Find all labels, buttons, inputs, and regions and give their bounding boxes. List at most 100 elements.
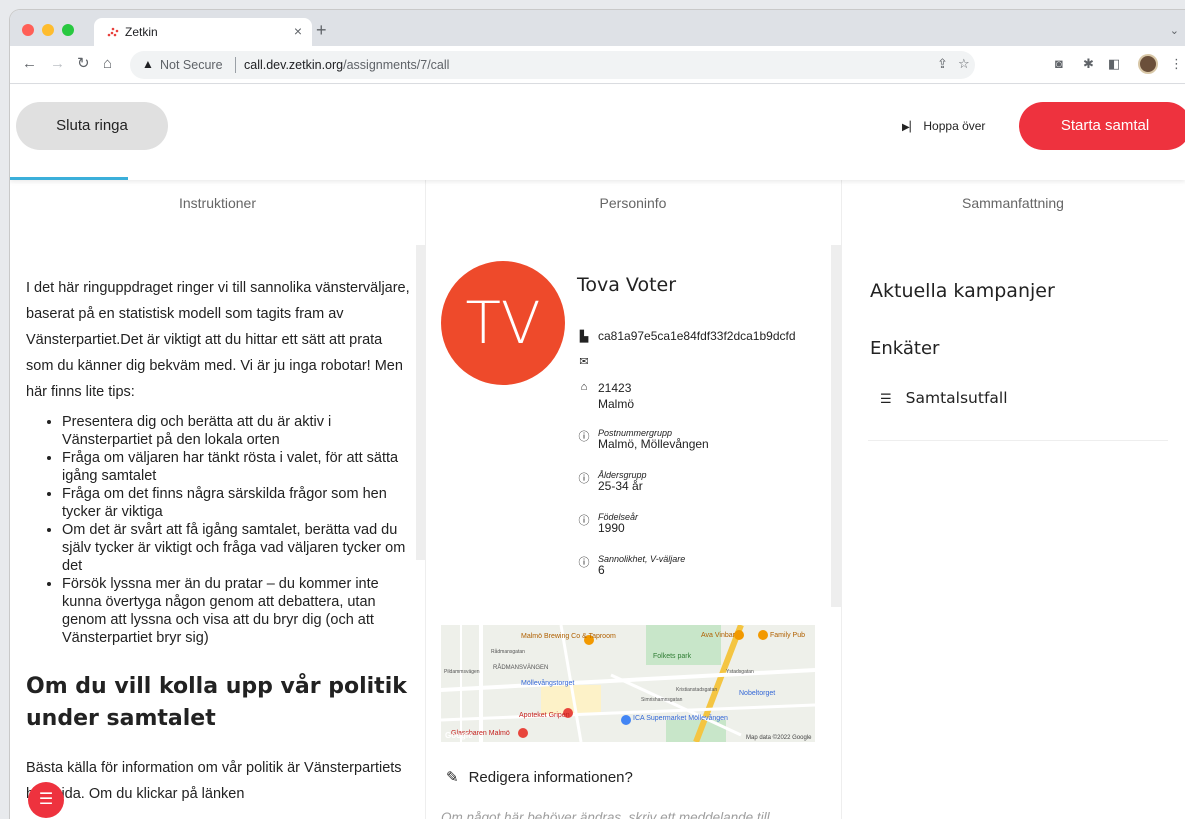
edit-note: Om något här behöver ändras, skriv ett m…	[441, 810, 770, 819]
tab-close-icon[interactable]: ×	[294, 23, 302, 39]
maximize-window-button[interactable]	[62, 24, 74, 36]
map-label: ICA Supermarket Möllevången	[633, 714, 728, 722]
address: 21423 Malmö	[598, 380, 634, 412]
email-icon: ✉	[579, 356, 589, 368]
field-age-group: Åldersgrupp 25-34 år	[598, 470, 647, 493]
address-bar[interactable]: ▲ Not Secure call.dev.zetkin.org/assignm…	[130, 51, 975, 79]
divider	[235, 57, 236, 73]
instructions-intro: I det här ringuppdraget ringer vi till s…	[26, 280, 410, 400]
browser-window: Zetkin × + ⌄ ← → ↻ ⌂ ▲ Not Secure call.d…	[10, 10, 1185, 819]
campaigns-heading: Aktuella kampanjer	[870, 280, 1055, 302]
home-icon[interactable]: ⌂	[103, 55, 112, 73]
info-icon: ⓘ	[578, 431, 590, 443]
survey-item-call-outcome[interactable]: ☰ Samtalsutfall	[880, 389, 1008, 407]
list-icon: ☰	[38, 791, 54, 808]
edit-info-link[interactable]: ✎ Redigera informationen?	[446, 768, 633, 786]
location-map[interactable]: Malmö Brewing Co & Taproom Ava Vinbar Fa…	[441, 625, 815, 742]
field-birth-year: Födelseår 1990	[598, 512, 638, 535]
edit-label: Redigera informationen?	[468, 769, 633, 786]
person-name: Tova Voter	[577, 274, 677, 296]
skip-button[interactable]: ▶︎▏ Hoppa över	[902, 119, 985, 133]
person-info-header[interactable]: Personinfo	[425, 195, 841, 211]
field-value: 6	[598, 563, 605, 577]
skip-label: Hoppa över	[923, 119, 986, 133]
map-label: RÅDMANSVÄNGEN	[493, 664, 548, 671]
not-secure-label[interactable]: Not Secure	[160, 58, 223, 72]
back-icon[interactable]: ←	[22, 55, 37, 73]
instructions-content: I det här ringuppdraget ringer vi till s…	[26, 275, 411, 807]
side-panel-icon[interactable]: ◧	[1108, 56, 1120, 72]
map-label: Apoteket Gripen	[519, 712, 570, 719]
person-scrollbar[interactable]	[831, 245, 841, 607]
field-value: 25-34 år	[598, 479, 643, 493]
tips-list: Presentera dig och berätta att du är akt…	[26, 413, 411, 647]
tab-search-icon[interactable]: ⌄	[1170, 24, 1179, 37]
camera-icon[interactable]: ◙	[1055, 56, 1063, 71]
person-avatar: TV	[441, 261, 565, 385]
field-label: Sannolikhet, V-väljare	[598, 554, 686, 564]
map-label: Simrishamnsgatan	[641, 697, 683, 703]
pencil-icon: ✎	[446, 769, 459, 786]
browser-toolbar: ← → ↻ ⌂ ▲ Not Secure call.dev.zetkin.org…	[10, 46, 1185, 84]
list-icon: ☰	[880, 392, 892, 407]
tab-strip: Zetkin × + ⌄	[10, 10, 1185, 46]
field-probability: Sannolikhet, V-väljare 6	[598, 554, 685, 577]
info-icon: ⓘ	[578, 515, 590, 527]
list-item: Fråga om det finns några särskilda frågo…	[62, 485, 411, 521]
map-copyright: Map data ©2022 Google	[746, 734, 812, 741]
url-text[interactable]: call.dev.zetkin.org/assignments/7/call	[244, 58, 449, 72]
profile-avatar[interactable]	[1138, 54, 1158, 74]
list-item: Fråga om väljaren har tänkt rösta i vale…	[62, 449, 411, 485]
progress-indicator	[10, 177, 128, 180]
info-icon: ⓘ	[578, 557, 590, 569]
map-label: Ystadsgatan	[726, 669, 754, 675]
politics-paragraph: Bästa källa för information om vår polit…	[26, 760, 402, 802]
close-window-button[interactable]	[22, 24, 34, 36]
start-call-button[interactable]: Starta samtal	[1019, 102, 1185, 150]
map-label: Family Pub	[770, 632, 805, 639]
new-tab-button[interactable]: +	[316, 21, 327, 39]
extensions-puzzle-icon[interactable]: ✱	[1083, 56, 1094, 72]
list-item: Presentera dig och berätta att du är akt…	[62, 413, 411, 449]
summary-header[interactable]: Sammanfattning	[841, 195, 1185, 211]
survey-item-label: Samtalsutfall	[905, 389, 1008, 407]
field-value: Malmö, Möllevången	[598, 437, 709, 451]
list-item: Försök lyssna mer än du pratar – du komm…	[62, 575, 411, 647]
share-icon[interactable]: ⇪	[937, 56, 948, 72]
skip-next-icon: ▶︎▏	[902, 122, 918, 133]
person-id: ca81a97e5ca1e84fdf33f2dca1b9dcfd	[598, 329, 796, 343]
surveys-heading: Enkäter	[870, 338, 940, 359]
instructions-header[interactable]: Instruktioner	[10, 195, 425, 211]
field-postcode-group: Postnummergrupp Malmö, Möllevången	[598, 428, 709, 451]
bookmark-star-icon[interactable]: ☆	[958, 56, 970, 72]
map-label: Kristianstadsgatan	[676, 687, 717, 693]
google-logo: Google	[445, 731, 473, 740]
politics-heading: Om du vill kolla upp vår politik under s…	[26, 674, 407, 731]
home-address-icon: ⌂	[580, 381, 588, 393]
menu-kebab-icon[interactable]: ⋮	[1170, 56, 1183, 72]
call-topbar: Sluta ringa ▶︎▏ Hoppa över Starta samtal	[10, 85, 1185, 180]
map-label: Ava Vinbar	[701, 632, 736, 639]
instructions-scrollbar[interactable]	[416, 245, 425, 560]
warning-icon: ▲	[142, 57, 154, 71]
column-divider	[425, 180, 426, 819]
forward-icon[interactable]: →	[50, 55, 65, 73]
postcode: 21423	[598, 381, 632, 395]
zetkin-favicon-icon	[107, 27, 119, 37]
map-label: Malmö Brewing Co & Taproom	[521, 633, 616, 640]
map-label: Rådmansgatan	[491, 648, 525, 655]
call-page: Sluta ringa ▶︎▏ Hoppa över Starta samtal …	[10, 85, 1185, 819]
map-graphic: Malmö Brewing Co & Taproom Ava Vinbar Fa…	[441, 625, 815, 742]
divider	[868, 440, 1168, 441]
map-label: Möllevångstorget	[521, 679, 574, 687]
list-menu-button[interactable]: ☰	[28, 782, 64, 818]
field-value: 1990	[598, 521, 625, 535]
reload-icon[interactable]: ↻	[77, 55, 90, 73]
file-icon: ▙	[579, 331, 589, 343]
minimize-window-button[interactable]	[42, 24, 54, 36]
tab-zetkin[interactable]: Zetkin ×	[94, 18, 312, 46]
stop-calling-button[interactable]: Sluta ringa	[16, 102, 168, 150]
info-icon: ⓘ	[578, 473, 590, 485]
map-label: Folkets park	[653, 653, 692, 660]
city: Malmö	[598, 397, 635, 411]
